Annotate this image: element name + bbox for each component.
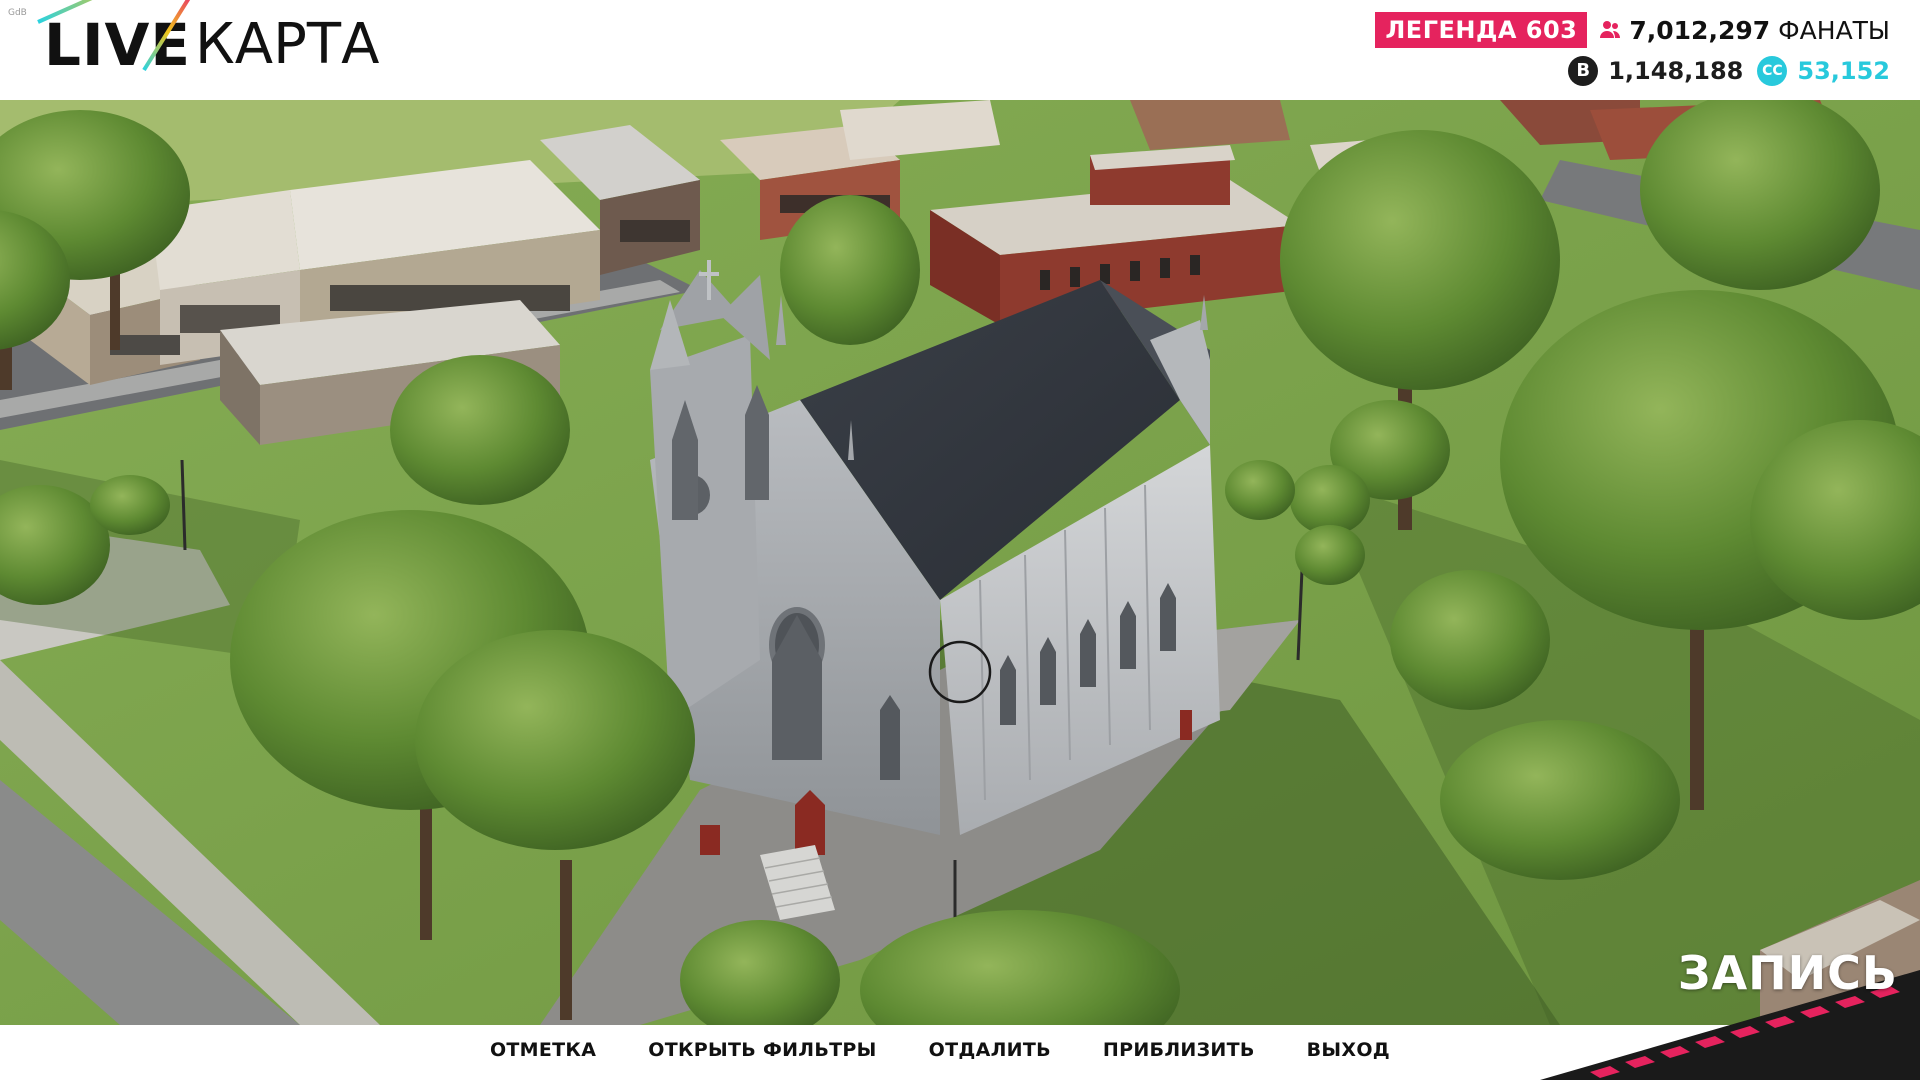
coins-value: 1,148,188 xyxy=(1608,57,1744,85)
coins-counter: B 1,148,188 xyxy=(1568,56,1743,86)
credits-counter: CC 53,152 xyxy=(1757,56,1890,86)
people-icon xyxy=(1600,21,1621,38)
player-stats: ЛЕГЕНДА 603 7,012,297 ФАНАТЫ B 1,148,188… xyxy=(1375,12,1890,92)
fans-label: ФАНАТЫ xyxy=(1778,15,1890,45)
record-label[interactable]: ЗАПИСЬ xyxy=(1678,946,1898,1000)
b-coin-icon: B xyxy=(1568,56,1599,86)
action-bar: ОТМЕТКА ОТКРЫТЬ ФИЛЬТРЫ ОТДАЛИТЬ ПРИБЛИЗ… xyxy=(0,1025,1920,1075)
livemap-logo: LIVE КАРТА xyxy=(37,0,380,80)
map-view[interactable] xyxy=(0,100,1920,1025)
zoom-out-button[interactable]: ОТДАЛИТЬ xyxy=(929,1039,1051,1061)
rank-badge: ЛЕГЕНДА 603 xyxy=(1375,12,1588,48)
top-bar: GdB LIVE КАРТА ЛЕГЕНДА 603 7,012,297 ФАН… xyxy=(0,0,1920,100)
credits-value: 53,152 xyxy=(1797,57,1890,85)
zoom-in-button[interactable]: ПРИБЛИЗИТЬ xyxy=(1103,1039,1255,1061)
cc-coin-icon: CC xyxy=(1757,56,1788,86)
open-filters-button[interactable]: ОТКРЫТЬ ФИЛЬТРЫ xyxy=(648,1039,876,1061)
exit-button[interactable]: ВЫХОД xyxy=(1307,1039,1390,1061)
bottom-bar: ОТМЕТКА ОТКРЫТЬ ФИЛЬТРЫ ОТДАЛИТЬ ПРИБЛИЗ… xyxy=(0,1025,1920,1080)
logo-map-text: КАРТА xyxy=(195,12,380,77)
fans-value: 7,012,297 xyxy=(1629,15,1771,45)
mark-button[interactable]: ОТМЕТКА xyxy=(490,1039,596,1061)
fans-counter: 7,012,297 ФАНАТЫ xyxy=(1599,16,1890,45)
aerial-scene xyxy=(0,100,1920,1025)
corner-tag: GdB xyxy=(8,8,27,18)
